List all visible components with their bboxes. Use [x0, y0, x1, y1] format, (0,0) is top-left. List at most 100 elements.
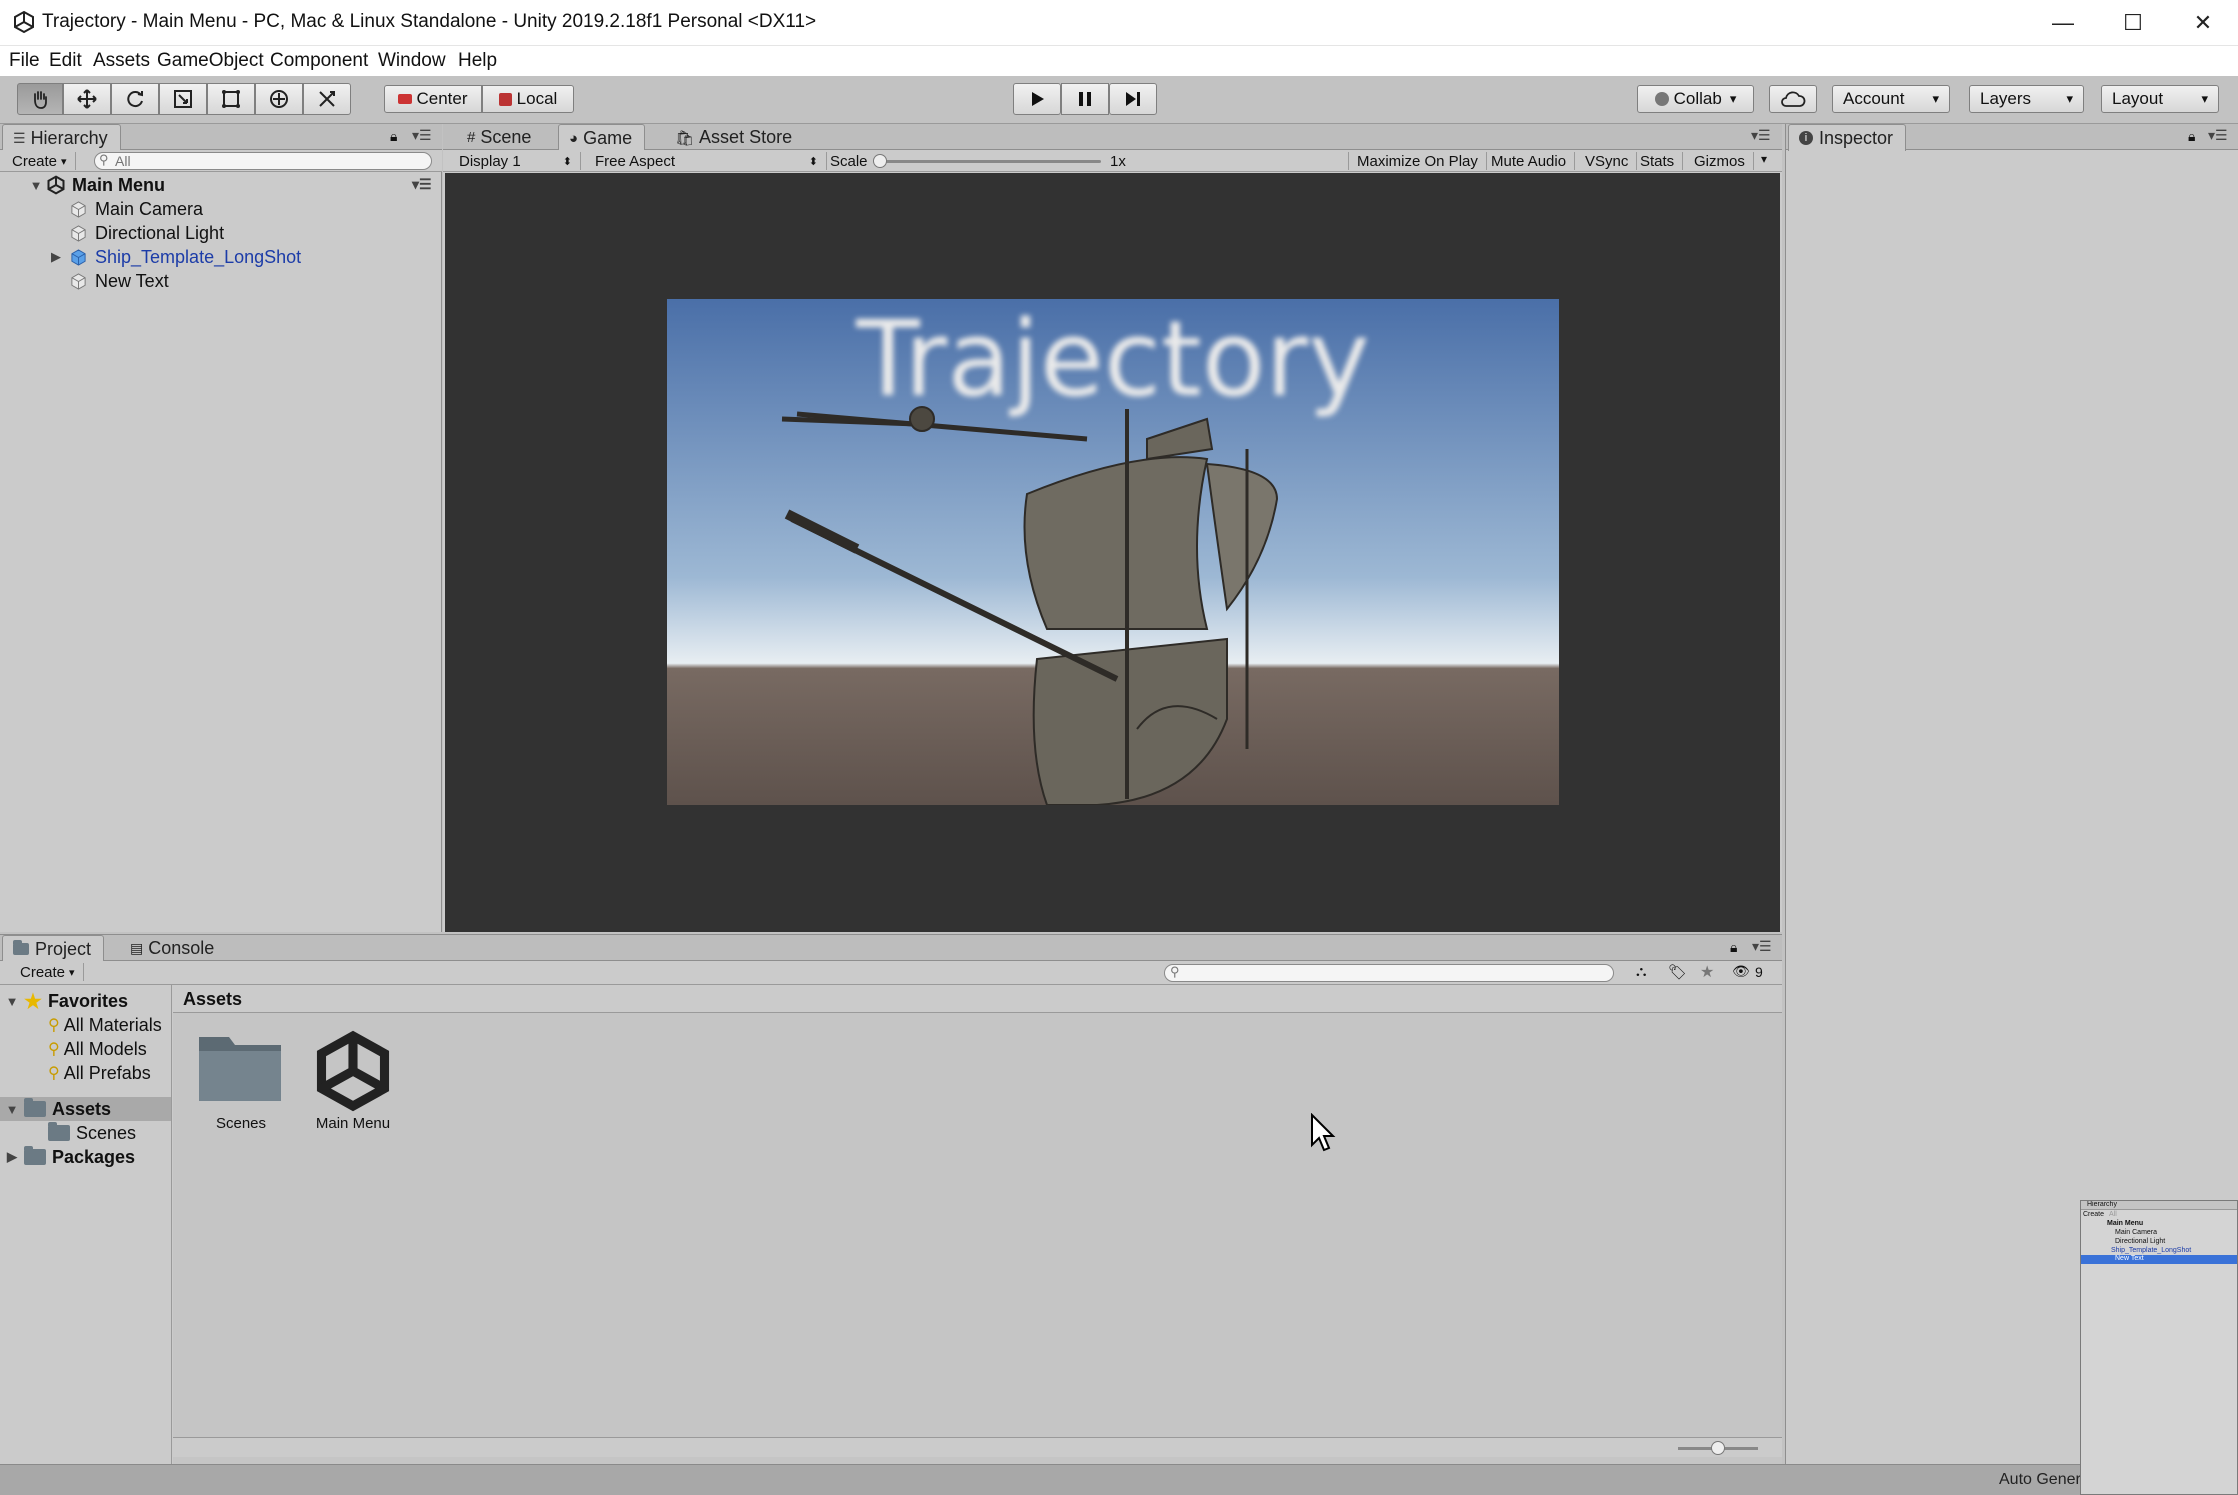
panel-menu-icon[interactable]: ▾☰: [1751, 127, 1771, 144]
hierarchy-item-directional-light[interactable]: Directional Light: [70, 221, 224, 245]
tab-console[interactable]: ▤ Console: [120, 935, 226, 962]
folder-scenes-row[interactable]: Scenes: [48, 1121, 136, 1145]
packages-row[interactable]: ▶ Packages: [4, 1145, 135, 1169]
scale-label: Scale: [830, 153, 868, 170]
assets-root-row[interactable]: ▼ Assets: [0, 1097, 171, 1121]
hierarchy-item-new-text[interactable]: New Text: [70, 269, 169, 293]
expanded-arrow-icon[interactable]: ▼: [28, 178, 44, 193]
tab-scene[interactable]: # Scene: [457, 124, 543, 151]
hidden-packages-icon[interactable]: 👁︎: [1732, 963, 1750, 980]
scale-slider-track[interactable]: [875, 160, 1101, 163]
minimize-button[interactable]: —: [2028, 0, 2098, 46]
collapsed-arrow-icon[interactable]: ▶: [48, 249, 64, 265]
hierarchy-search-input[interactable]: [94, 152, 432, 170]
breadcrumb-assets[interactable]: Assets: [183, 989, 242, 1010]
favorite-all-materials[interactable]: ⚲ All Materials: [48, 1013, 162, 1037]
hierarchy-item-ship-prefab[interactable]: ▶ Ship_Template_LongShot: [48, 245, 301, 269]
tab-game[interactable]: ◕ Game: [558, 124, 646, 151]
pause-icon: [1079, 92, 1091, 106]
folder-icon: [199, 1037, 281, 1101]
layout-dropdown[interactable]: Layout: [2101, 85, 2219, 113]
favorite-star-icon[interactable]: ★: [1700, 962, 1714, 982]
center-tabstrip: # Scene ◕ Game 🛍︎ Asset Store ▾☰: [443, 124, 1782, 151]
hierarchy-create-dropdown[interactable]: Create ▾: [4, 152, 76, 170]
tab-hierarchy[interactable]: ☰ Hierarchy: [2, 124, 121, 151]
expanded-arrow-icon[interactable]: ▼: [4, 1102, 20, 1117]
rotate-tool-button[interactable]: [111, 83, 159, 115]
icon-size-slider-thumb[interactable]: [1711, 1441, 1725, 1455]
stats-label: Stats: [1640, 152, 1675, 170]
collapsed-arrow-icon[interactable]: ▶: [4, 1149, 20, 1165]
pivot-center-button[interactable]: Center: [384, 85, 482, 113]
search-by-label-icon[interactable]: 🏷︎: [1668, 963, 1687, 981]
menu-assets[interactable]: Assets: [93, 50, 150, 72]
hierarchy-item-main-camera[interactable]: Main Camera: [70, 197, 203, 221]
display-dropdown[interactable]: Display 1 ⬍: [451, 152, 581, 170]
game-viewport[interactable]: Trajectory: [445, 173, 1780, 932]
gameobject-cube-icon: [71, 224, 86, 242]
thumb-search: All: [2109, 1211, 2117, 1218]
dropdown-arrow-icon: ▾: [61, 155, 67, 168]
hierarchy-subbar: Create▾ ⚲: [0, 150, 442, 172]
mute-audio-toggle[interactable]: Mute Audio: [1483, 152, 1576, 170]
menu-edit[interactable]: Edit: [49, 50, 82, 72]
thumb-item: Ship_Template_LongShot: [2111, 1247, 2192, 1254]
favorite-all-prefabs[interactable]: ⚲ All Prefabs: [48, 1061, 151, 1085]
panel-menu-icon[interactable]: ▾☰: [2208, 127, 2228, 144]
lock-icon[interactable]: 🔒︎: [390, 128, 397, 145]
expanded-arrow-icon[interactable]: ▼: [4, 994, 20, 1009]
custom-tool-button[interactable]: [303, 83, 351, 115]
stats-toggle[interactable]: Stats: [1632, 152, 1684, 170]
tab-inspector[interactable]: i Inspector: [1788, 124, 1907, 151]
lock-icon[interactable]: 🔒︎: [2188, 128, 2195, 145]
collab-dropdown[interactable]: Collab: [1637, 85, 1754, 113]
thumb-selected-row: New Text: [2081, 1255, 2237, 1264]
lock-icon[interactable]: 🔒︎: [1730, 939, 1737, 956]
hand-tool-button[interactable]: [17, 83, 63, 115]
close-button[interactable]: ✕: [2168, 0, 2238, 46]
favorites-row[interactable]: ▼ ★ Favorites: [4, 989, 128, 1013]
search-by-type-icon[interactable]: ⛬: [1636, 963, 1647, 980]
scale-slider-thumb[interactable]: [873, 154, 887, 168]
menu-file[interactable]: File: [9, 50, 40, 72]
dropdown-arrow-icon: ⬍: [808, 155, 818, 168]
menu-help[interactable]: Help: [458, 50, 497, 72]
asset-tile-scenes[interactable]: Scenes: [191, 1029, 291, 1139]
folder-icon: [24, 1098, 46, 1117]
account-dropdown[interactable]: Account: [1832, 85, 1950, 113]
cloud-button[interactable]: [1769, 85, 1817, 113]
cloud-icon: [1781, 91, 1806, 107]
scene-menu-icon[interactable]: ▾☰: [412, 176, 432, 193]
pause-button[interactable]: [1061, 83, 1109, 115]
menu-component[interactable]: Component: [270, 50, 368, 72]
panel-menu-icon[interactable]: ▾☰: [412, 127, 432, 144]
search-icon: ⚲: [99, 152, 109, 167]
move-tool-button[interactable]: [63, 83, 111, 115]
maximize-button[interactable]: ☐: [2098, 0, 2168, 46]
maximize-on-play-toggle[interactable]: Maximize On Play: [1348, 152, 1487, 170]
gizmos-dropdown-icon[interactable]: ▾: [1761, 152, 1767, 166]
aspect-label: Free Aspect: [595, 152, 676, 170]
menu-window[interactable]: Window: [378, 50, 446, 72]
gizmos-toggle[interactable]: Gizmos: [1686, 152, 1754, 170]
vsync-toggle[interactable]: VSync: [1577, 152, 1638, 170]
transform-tool-button[interactable]: [255, 83, 303, 115]
project-search-input[interactable]: [1164, 964, 1614, 982]
panel-menu-icon[interactable]: ▾☰: [1752, 938, 1772, 955]
rect-tool-button[interactable]: [207, 83, 255, 115]
scene-root-row[interactable]: ▼ Main Menu ▾☰: [28, 173, 432, 197]
menu-gameobject[interactable]: GameObject: [157, 50, 264, 72]
thumb-title: Hierarchy: [2087, 1201, 2117, 1208]
step-button[interactable]: [1109, 83, 1157, 115]
pivot-local-button[interactable]: Local: [482, 85, 574, 113]
favorite-all-models[interactable]: ⚲ All Models: [48, 1037, 147, 1061]
asset-tile-main-menu[interactable]: Main Menu: [303, 1029, 403, 1139]
aspect-dropdown[interactable]: Free Aspect ⬍: [587, 152, 827, 170]
tab-asset-store[interactable]: 🛍︎ Asset Store: [665, 124, 804, 151]
scale-tool-button[interactable]: [159, 83, 207, 115]
play-button[interactable]: [1013, 83, 1061, 115]
project-create-dropdown[interactable]: Create ▾: [12, 963, 84, 981]
tab-project[interactable]: Project: [2, 935, 105, 962]
step-icon: [1126, 92, 1140, 106]
layers-dropdown[interactable]: Layers: [1969, 85, 2084, 113]
